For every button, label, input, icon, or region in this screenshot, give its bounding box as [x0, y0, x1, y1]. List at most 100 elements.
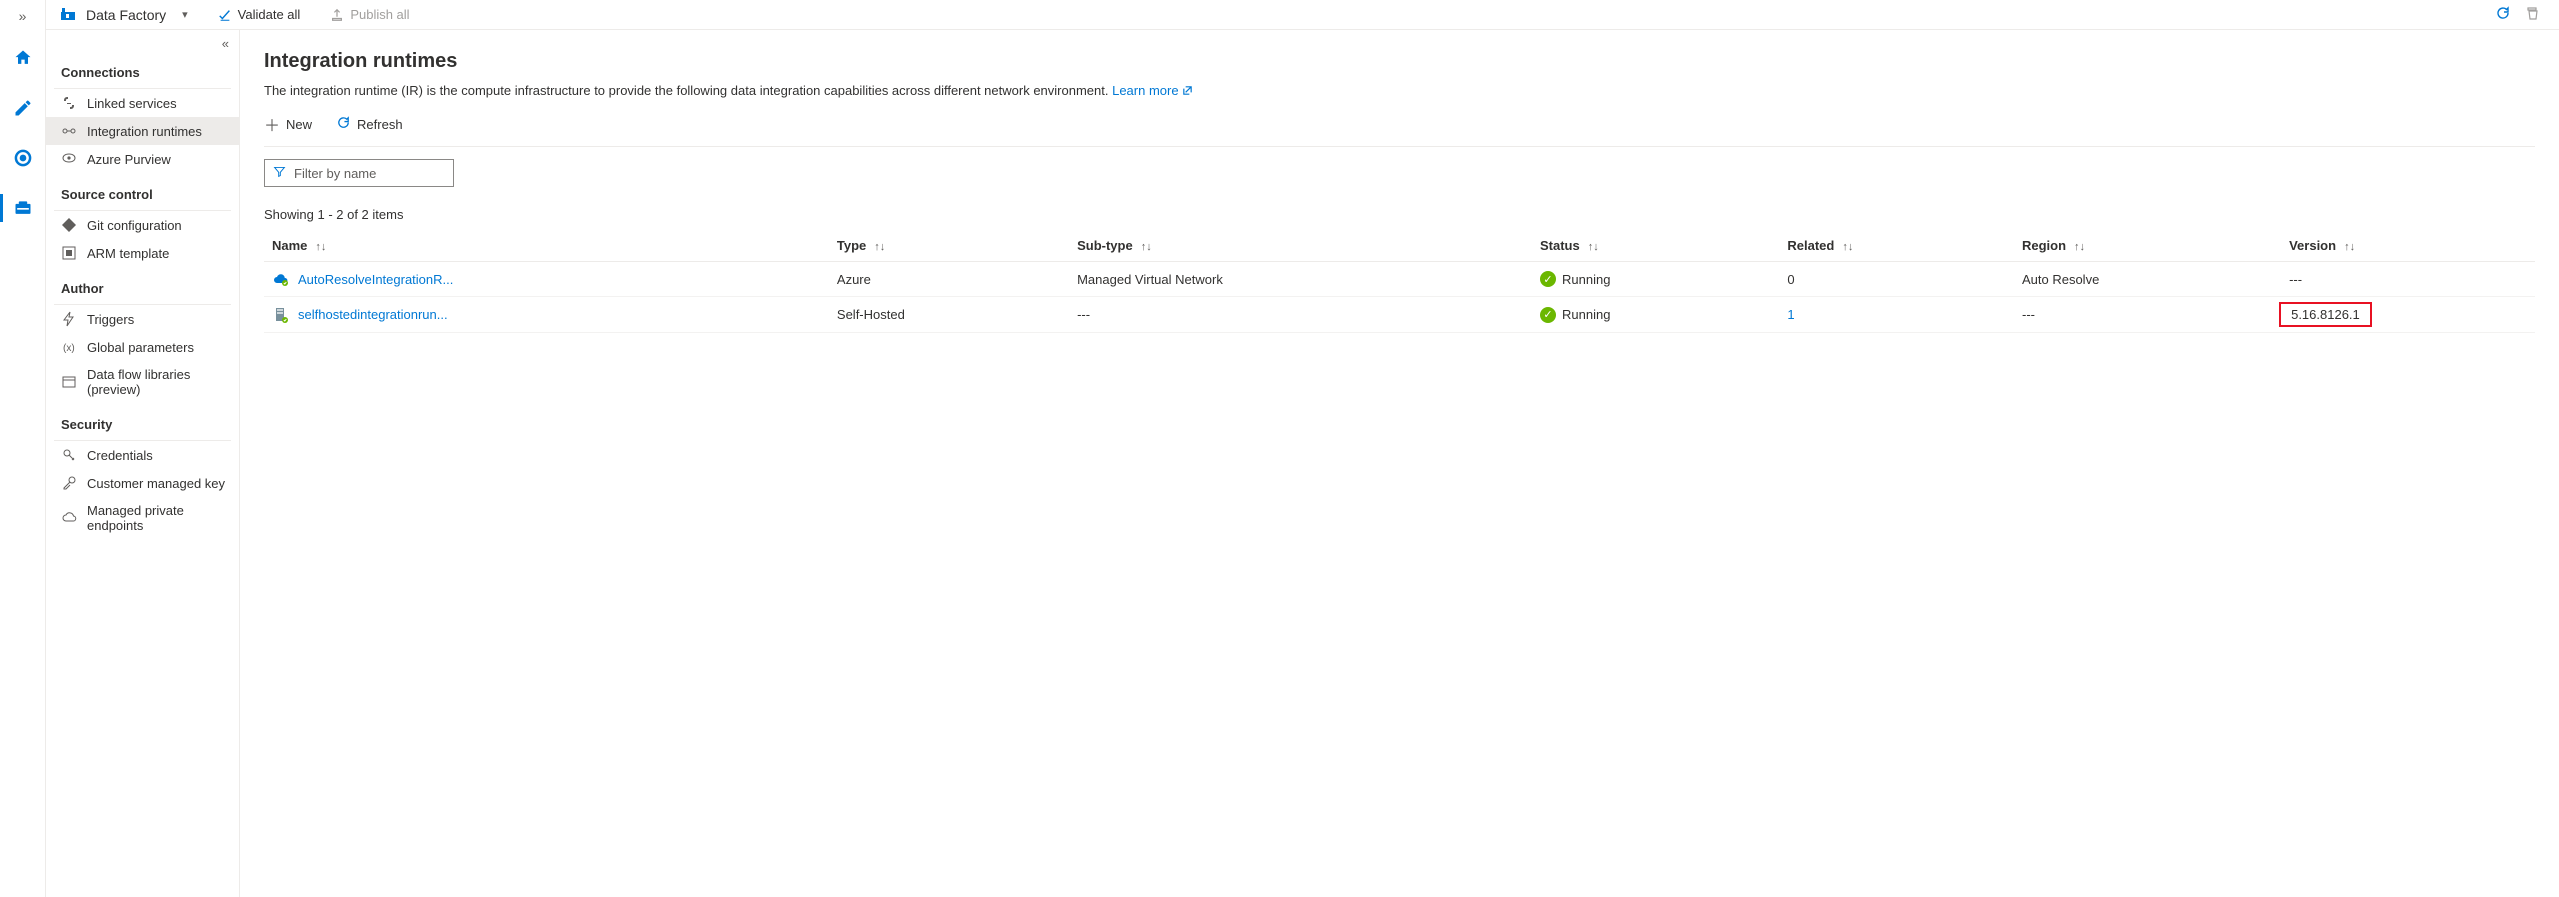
- ir-name-link[interactable]: AutoResolveIntegrationR...: [298, 272, 453, 287]
- filter-icon: [273, 165, 286, 181]
- sidebar-item-mpe[interactable]: Managed private endpoints: [46, 497, 239, 539]
- refresh-label: Refresh: [357, 117, 403, 132]
- refresh-button[interactable]: Refresh: [336, 115, 403, 133]
- plus-icon: ＋: [264, 112, 280, 136]
- ir-cloud-icon: [272, 270, 290, 288]
- triggers-icon: [61, 311, 77, 327]
- sort-icon: ↑↓: [2344, 241, 2355, 253]
- global-params-icon: (x): [61, 339, 77, 355]
- delete-top-icon[interactable]: [2525, 5, 2541, 24]
- credentials-icon: [61, 447, 77, 463]
- publish-all-button[interactable]: Publish all: [330, 7, 409, 22]
- col-related[interactable]: Related↑↓: [1779, 230, 2014, 262]
- expand-rail-icon[interactable]: »: [19, 8, 27, 24]
- sidebar-label: Data flow libraries (preview): [87, 367, 229, 397]
- arm-icon: [61, 245, 77, 261]
- table-row: selfhostedintegrationrun... Self-Hosted …: [264, 297, 2535, 333]
- status-text: Running: [1562, 272, 1610, 287]
- status-ok-icon: ✓: [1540, 271, 1556, 287]
- new-label: New: [286, 117, 312, 132]
- sidebar-item-libraries[interactable]: Data flow libraries (preview): [46, 361, 239, 403]
- purview-icon: [61, 151, 77, 167]
- filter-box[interactable]: [264, 159, 454, 187]
- col-version[interactable]: Version↑↓: [2281, 230, 2535, 262]
- rail-author[interactable]: [7, 92, 39, 124]
- section-header-connections: Connections: [46, 51, 239, 88]
- version-highlight: 5.16.8126.1: [2279, 302, 2372, 327]
- col-type[interactable]: Type↑↓: [829, 230, 1069, 262]
- subtype-cell: Managed Virtual Network: [1069, 262, 1532, 297]
- sidebar-item-credentials[interactable]: Credentials: [46, 441, 239, 469]
- collapse-sidebar-icon[interactable]: «: [46, 36, 239, 51]
- region-cell: ---: [2014, 297, 2281, 333]
- related-value: 0: [1787, 272, 1794, 287]
- related-link[interactable]: 1: [1787, 307, 1794, 322]
- cloud-endpoint-icon: [61, 510, 77, 526]
- status-ok-icon: ✓: [1540, 307, 1556, 323]
- sidebar-label: Linked services: [87, 96, 177, 111]
- col-status[interactable]: Status↑↓: [1532, 230, 1779, 262]
- sidebar-label: Customer managed key: [87, 476, 225, 491]
- top-bar: Data Factory ▾ Validate all Publish all: [46, 0, 2559, 30]
- version-value: ---: [2289, 272, 2302, 287]
- filter-input[interactable]: [294, 166, 445, 181]
- sidebar-label: Git configuration: [87, 218, 182, 233]
- sort-icon: ↑↓: [1141, 241, 1152, 253]
- rail-monitor[interactable]: [7, 142, 39, 174]
- ir-server-icon: [272, 306, 290, 324]
- sidebar-item-cmk[interactable]: Customer managed key: [46, 469, 239, 497]
- col-name[interactable]: Name↑↓: [264, 230, 829, 262]
- libraries-icon: [61, 374, 77, 390]
- integration-runtimes-icon: [61, 123, 77, 139]
- manage-sidebar: « Connections Linked services Integratio…: [46, 30, 240, 897]
- sidebar-label: Integration runtimes: [87, 124, 202, 139]
- product-selector[interactable]: Data Factory ▾: [60, 5, 188, 24]
- key-icon: [61, 475, 77, 491]
- sort-icon: ↑↓: [1842, 241, 1853, 253]
- publish-icon: [330, 8, 344, 22]
- icon-rail: »: [0, 0, 46, 897]
- factory-icon: [60, 5, 76, 24]
- ir-name-link[interactable]: selfhostedintegrationrun...: [298, 307, 448, 322]
- validate-all-button[interactable]: Validate all: [218, 7, 301, 22]
- sidebar-item-linked-services[interactable]: Linked services: [46, 89, 239, 117]
- sidebar-item-integration-runtimes[interactable]: Integration runtimes: [46, 117, 239, 145]
- sort-icon: ↑↓: [315, 241, 326, 253]
- section-header-security: Security: [46, 403, 239, 440]
- sort-icon: ↑↓: [2074, 241, 2085, 253]
- sidebar-item-arm[interactable]: ARM template: [46, 239, 239, 267]
- section-header-source-control: Source control: [46, 173, 239, 210]
- refresh-top-icon[interactable]: [2495, 5, 2511, 24]
- sidebar-item-git[interactable]: Git configuration: [46, 211, 239, 239]
- status-text: Running: [1562, 307, 1610, 322]
- sidebar-item-global-params[interactable]: (x) Global parameters: [46, 333, 239, 361]
- page-description: The integration runtime (IR) is the comp…: [264, 83, 2535, 98]
- sort-icon: ↑↓: [874, 241, 885, 253]
- sidebar-item-triggers[interactable]: Triggers: [46, 305, 239, 333]
- section-header-author: Author: [46, 267, 239, 304]
- sidebar-label: Credentials: [87, 448, 153, 463]
- sidebar-label: Global parameters: [87, 340, 194, 355]
- rail-home[interactable]: [7, 42, 39, 74]
- subtype-cell: ---: [1069, 297, 1532, 333]
- svg-text:(x): (x): [63, 343, 75, 354]
- col-subtype[interactable]: Sub-type↑↓: [1069, 230, 1532, 262]
- rail-manage[interactable]: [7, 192, 39, 224]
- sidebar-item-azure-purview[interactable]: Azure Purview: [46, 145, 239, 173]
- sort-icon: ↑↓: [1588, 241, 1599, 253]
- sidebar-label: Triggers: [87, 312, 134, 327]
- sidebar-label: Managed private endpoints: [87, 503, 229, 533]
- ir-table: Name↑↓ Type↑↓ Sub-type↑↓ Status↑↓ Relate…: [264, 230, 2535, 333]
- type-cell: Self-Hosted: [829, 297, 1069, 333]
- page-title: Integration runtimes: [264, 50, 2535, 73]
- col-region[interactable]: Region↑↓: [2014, 230, 2281, 262]
- new-button[interactable]: ＋ New: [264, 112, 312, 136]
- validate-label: Validate all: [238, 7, 301, 22]
- item-count: Showing 1 - 2 of 2 items: [264, 207, 2535, 222]
- table-row: AutoResolveIntegrationR... Azure Managed…: [264, 262, 2535, 297]
- learn-more-link[interactable]: Learn more: [1112, 83, 1193, 98]
- chevron-down-icon: ▾: [182, 8, 188, 21]
- linked-services-icon: [61, 95, 77, 111]
- refresh-icon: [336, 115, 351, 133]
- sidebar-label: ARM template: [87, 246, 169, 261]
